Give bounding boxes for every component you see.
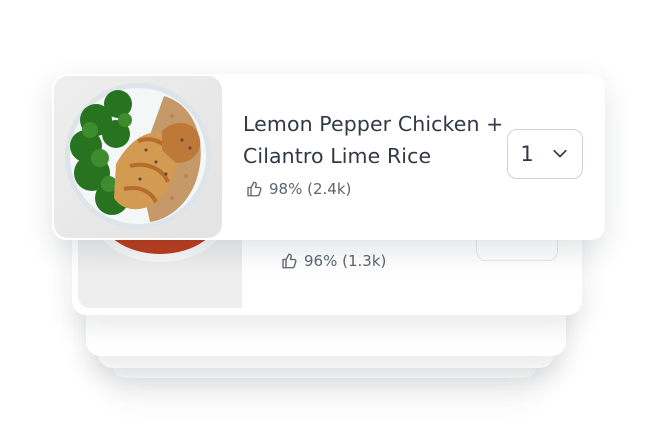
meal-title: Lemon Pepper Chicken + Cilantro Lime Ric… [243, 112, 504, 168]
quantity-value: 1 [520, 142, 534, 166]
meal-rating-text: 98% (2.4k) [269, 180, 352, 198]
chevron-down-icon [553, 149, 567, 158]
meal-card[interactable]: Lemon Pepper Chicken + Cilantro Lime Ric… [52, 74, 605, 240]
meal-rating-text: 96% (1.3k) [304, 252, 387, 270]
meal-rating: 98% (2.4k) [245, 180, 351, 198]
meal-image [54, 76, 222, 238]
meal-rating-secondary: 96% (1.3k) [280, 252, 386, 270]
thumbs-up-icon [247, 181, 262, 197]
quantity-select[interactable]: 1 [507, 129, 583, 179]
thumbs-up-icon [282, 253, 297, 269]
